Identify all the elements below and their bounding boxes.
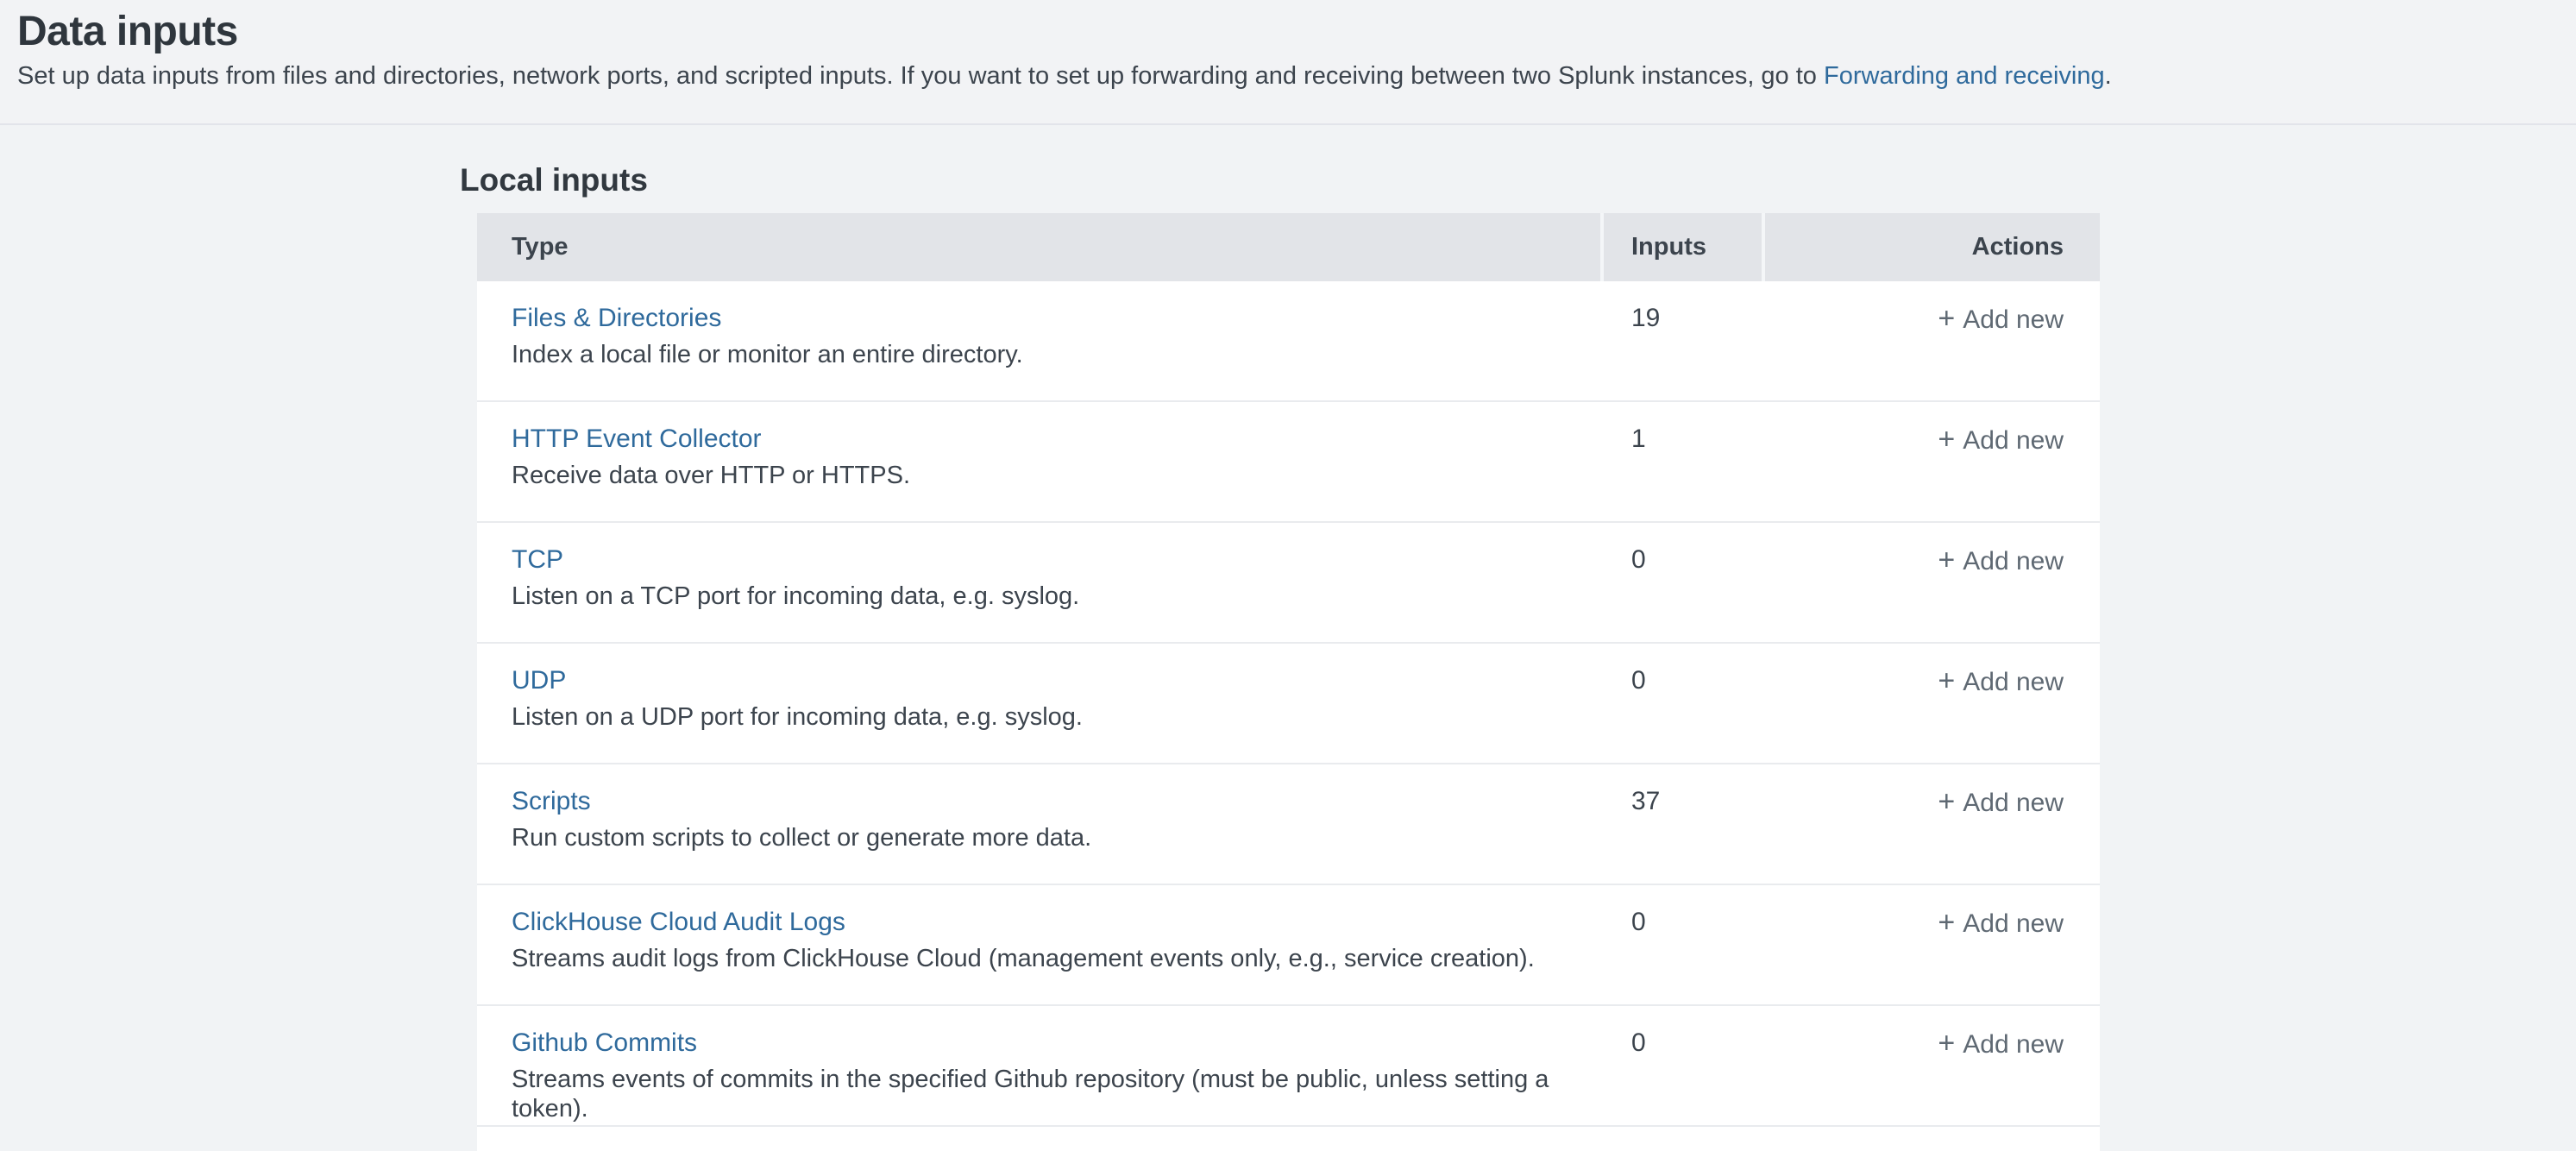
plus-icon: + [1938,302,1955,335]
actions-cell: + Add new [1765,764,2100,884]
inputs-count: 19 [1604,281,1765,400]
type-description: Streams events of commits in the specifi… [512,1065,1604,1123]
table-row-clickhouse-cloud-audit-logs: ClickHouse Cloud Audit Logs Streams audi… [477,885,2100,1006]
inputs-count: 0 [1604,885,1765,1004]
actions-cell: + Add new [1765,402,2100,521]
inputs-count: 37 [1604,764,1765,884]
add-new-label: Add new [1963,547,2064,576]
http-event-collector-link[interactable]: HTTP Event Collector [512,425,762,454]
page-title: Data inputs [17,7,2555,57]
actions-cell: + Add new [1765,523,2100,642]
files-directories-link[interactable]: Files & Directories [512,304,721,333]
add-new-label: Add new [1963,789,2064,817]
type-description: Listen on a UDP port for incoming data, … [512,702,1604,732]
actions-cell: + Add new [1765,1006,2100,1125]
add-new-button[interactable]: + Add new [1938,305,2064,334]
table-row-http-event-collector: HTTP Event Collector Receive data over H… [477,402,2100,523]
column-header-type: Type [477,213,1600,281]
actions-cell: + Add new [1765,885,2100,1004]
type-description: Streams audit logs from ClickHouse Cloud… [512,944,1604,973]
table-row-github-commits: Github Commits Streams events of commits… [477,1006,2100,1127]
tcp-link[interactable]: TCP [512,545,563,575]
plus-icon: + [1938,423,1955,456]
add-new-button[interactable]: + Add new [1938,1030,2064,1059]
inputs-count: 0 [1604,644,1765,763]
udp-link[interactable]: UDP [512,666,566,695]
actions-cell: + Add new [1765,281,2100,400]
add-new-label: Add new [1963,426,2064,455]
forwarding-and-receiving-link[interactable]: Forwarding and receiving [1824,62,2105,90]
type-cell: Files & Directories Index a local file o… [477,281,1604,400]
table-row-files-directories: Files & Directories Index a local file o… [477,281,2100,402]
table-row-tcp: TCP Listen on a TCP port for incoming da… [477,523,2100,644]
add-new-button[interactable]: + Add new [1938,909,2064,938]
plus-icon: + [1938,785,1955,818]
inputs-count: 0 [1604,1006,1765,1125]
column-header-actions: Actions [1765,213,2100,281]
type-cell: HTTP Event Collector Receive data over H… [477,402,1604,521]
add-new-button[interactable]: + Add new [1938,426,2064,455]
add-new-button[interactable]: +Add new [1938,789,2064,817]
add-new-button[interactable]: + Add new [1938,547,2064,576]
local-inputs-section: Local inputs Type Inputs Actions Files &… [460,161,2576,1151]
inputs-count: 1 [1604,402,1765,521]
type-description: Run custom scripts to collect or generat… [512,823,1604,852]
github-commits-link[interactable]: Github Commits [512,1028,697,1058]
local-inputs-heading: Local inputs [460,161,2576,199]
table-row-udp: UDP Listen on a UDP port for incoming da… [477,644,2100,764]
actions-cell: + Add new [1765,644,2100,763]
column-header-inputs: Inputs [1604,213,1762,281]
inputs-count: 0 [1604,523,1765,642]
type-description: Receive data over HTTP or HTTPS. [512,461,1604,490]
plus-icon: + [1938,906,1955,939]
clickhouse-cloud-audit-logs-link[interactable]: ClickHouse Cloud Audit Logs [512,908,845,937]
table-row-partial [477,1127,2100,1151]
type-cell: Github Commits Streams events of commits… [477,1006,1604,1125]
type-cell: TCP Listen on a TCP port for incoming da… [477,523,1604,642]
table-header-row: Type Inputs Actions [477,213,2100,281]
plus-icon: + [1938,664,1955,697]
data-inputs-table: Type Inputs Actions Files & Directories … [477,213,2100,1151]
table-row-scripts: Scripts Run custom scripts to collect or… [477,764,2100,885]
add-new-button[interactable]: +Add new [1938,668,2064,696]
add-new-label: Add new [1963,909,2064,938]
type-cell: ClickHouse Cloud Audit Logs Streams audi… [477,885,1604,1004]
add-new-label: Add new [1963,668,2064,696]
type-description: Index a local file or monitor an entire … [512,340,1604,369]
add-new-label: Add new [1963,305,2064,334]
scripts-link[interactable]: Scripts [512,787,591,816]
plus-icon: + [1938,1027,1955,1060]
add-new-label: Add new [1963,1030,2064,1059]
type-cell: Scripts Run custom scripts to collect or… [477,764,1604,884]
type-cell: UDP Listen on a UDP port for incoming da… [477,644,1604,763]
page-header: Data inputs Set up data inputs from file… [0,0,2576,125]
subtitle-period: . [2105,62,2112,90]
page-subtitle: Set up data inputs from files and direct… [17,61,2555,91]
type-description: Listen on a TCP port for incoming data, … [512,582,1604,611]
plus-icon: + [1938,544,1955,576]
subtitle-text: Set up data inputs from files and direct… [17,62,1824,90]
